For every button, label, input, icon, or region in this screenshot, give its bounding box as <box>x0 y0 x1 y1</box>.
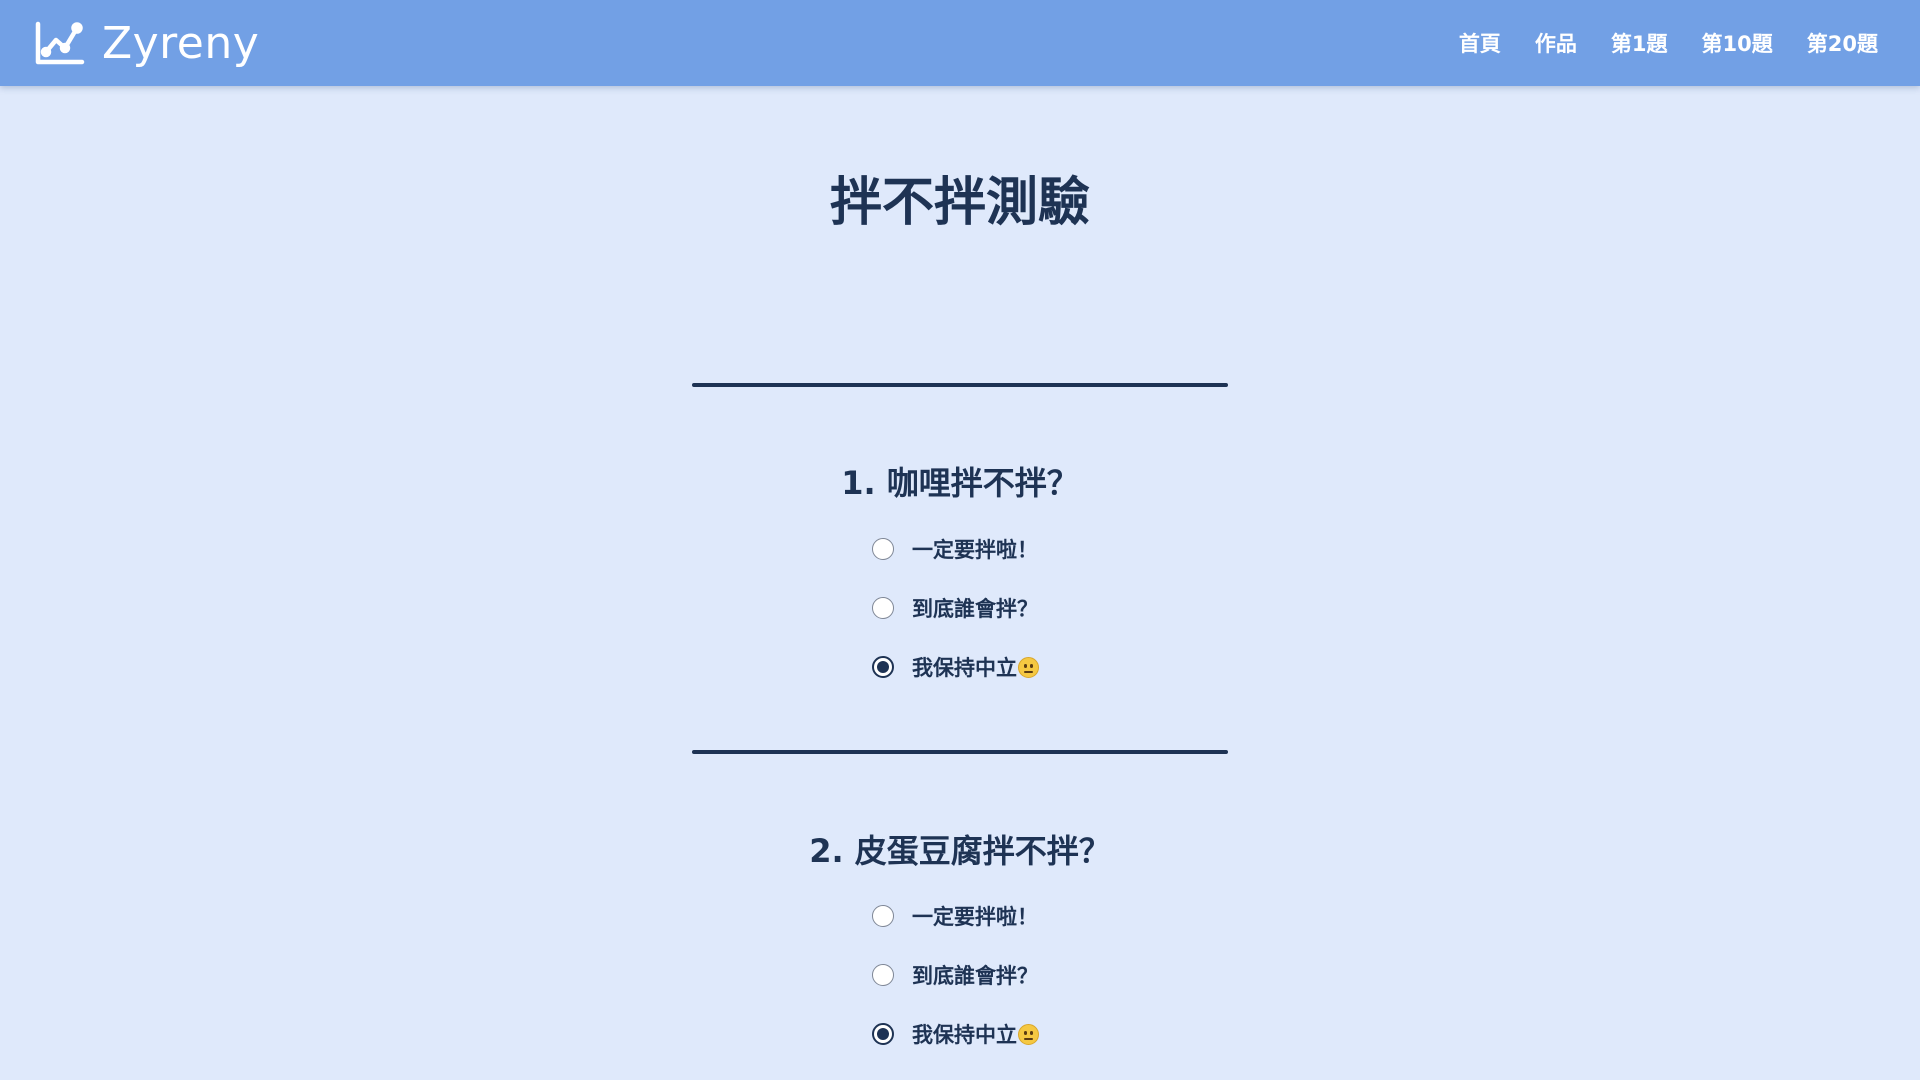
q2-radio-who-mixes[interactable] <box>872 964 894 986</box>
option-label: 我保持中立 <box>912 1019 1039 1049</box>
nav-link-question-1[interactable]: 第1題 <box>1611 28 1668 58</box>
q1-radio-who-mixes[interactable] <box>872 597 894 619</box>
option-label-text: 我保持中立 <box>912 656 1017 680</box>
neutral-face-emoji-icon <box>1018 1024 1039 1045</box>
question-1-title: 1. 咖哩拌不拌？ <box>841 464 1079 502</box>
q2-option-must-mix[interactable]: 一定要拌啦！ <box>872 900 1038 932</box>
divider <box>692 750 1228 754</box>
q2-option-neutral[interactable]: 我保持中立 <box>872 1018 1039 1050</box>
nav-link-question-20[interactable]: 第20題 <box>1807 28 1878 58</box>
option-label: 到底誰會拌？ <box>912 597 1038 621</box>
option-label: 一定要拌啦！ <box>912 905 1038 929</box>
q1-option-must-mix[interactable]: 一定要拌啦！ <box>872 533 1038 565</box>
q2-option-who-mixes[interactable]: 到底誰會拌？ <box>872 959 1038 991</box>
nav-link-home[interactable]: 首頁 <box>1459 28 1501 58</box>
q1-radio-neutral[interactable] <box>872 656 894 678</box>
nav-links: 首頁 作品 第1題 第10題 第20題 <box>1459 28 1878 58</box>
option-label: 到底誰會拌？ <box>912 964 1038 988</box>
page-title: 拌不拌測驗 <box>829 173 1090 233</box>
brand-name: Zyreny <box>102 17 260 69</box>
option-label: 我保持中立 <box>912 652 1039 682</box>
q1-option-neutral[interactable]: 我保持中立 <box>872 651 1039 683</box>
option-label-text: 我保持中立 <box>912 1023 1017 1047</box>
navbar: Zyreny 首頁 作品 第1題 第10題 第20題 <box>0 0 1920 86</box>
q2-radio-neutral[interactable] <box>872 1023 894 1045</box>
q2-radio-must-mix[interactable] <box>872 905 894 927</box>
nav-link-question-10[interactable]: 第10題 <box>1702 28 1773 58</box>
neutral-face-emoji-icon <box>1018 657 1039 678</box>
nav-link-works[interactable]: 作品 <box>1535 28 1577 58</box>
q1-radio-must-mix[interactable] <box>872 538 894 560</box>
chart-logo-icon <box>34 18 86 68</box>
divider <box>692 383 1228 387</box>
option-label: 一定要拌啦！ <box>912 538 1038 562</box>
q1-option-who-mixes[interactable]: 到底誰會拌？ <box>872 592 1038 624</box>
question-2-title: 2. 皮蛋豆腐拌不拌？ <box>809 832 1111 870</box>
brand-link[interactable]: Zyreny <box>34 18 259 69</box>
